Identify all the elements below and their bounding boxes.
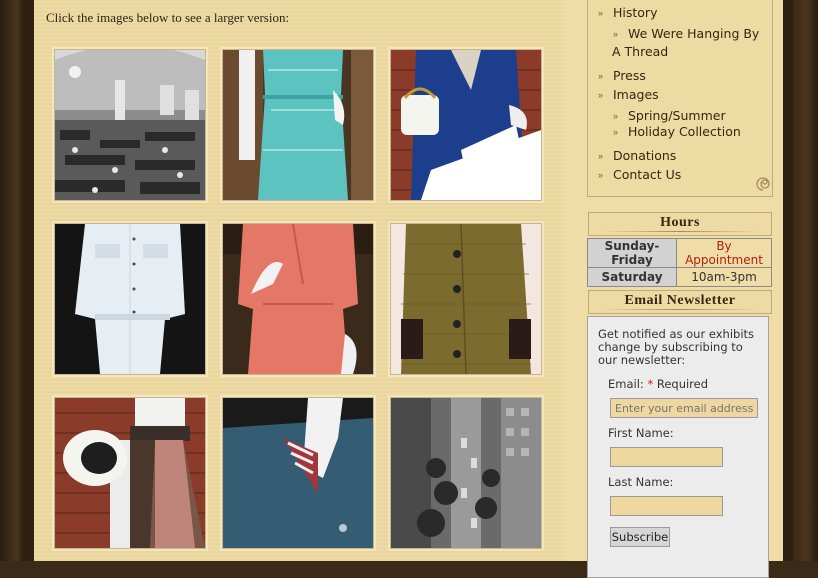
last-name-input[interactable] <box>610 496 723 516</box>
newsletter-description: Get notified as our exhibits change by s… <box>598 327 755 367</box>
first-name-label: First Name: <box>608 426 674 440</box>
nav-item-hanging-by-a-thread-line2[interactable]: A Thread <box>612 44 668 59</box>
last-name-label: Last Name: <box>608 475 674 489</box>
right-frame <box>793 0 818 561</box>
nav-item-spring-summer[interactable]: Spring/Summer <box>628 108 726 123</box>
nav-bullet-icon: » <box>613 127 619 137</box>
gallery-thumb-blue-coat[interactable] <box>390 49 542 201</box>
nav-bullet-icon: » <box>613 29 619 39</box>
email-input[interactable] <box>610 398 758 418</box>
gallery-thumb-aqua-dress[interactable] <box>222 49 374 201</box>
hours-title: Hours <box>660 215 700 230</box>
nav-item-contact-us[interactable]: Contact Us <box>613 167 681 182</box>
gallery-thumb-coral-suit[interactable] <box>222 223 374 375</box>
nav-bullet-icon: » <box>598 151 604 161</box>
nav-item-holiday-collection[interactable]: Holiday Collection <box>628 124 741 139</box>
gallery-thumb-teal-dress[interactable] <box>222 397 374 549</box>
newsletter-title: Email Newsletter <box>624 293 736 308</box>
left-frame <box>0 0 24 561</box>
hours-day: Sunday-Friday <box>587 238 677 268</box>
nav-bullet-icon: » <box>598 170 604 180</box>
email-label: Email: <box>608 377 644 391</box>
gallery-thumb-hat-skirt[interactable] <box>54 397 206 549</box>
nav-bullet-icon: » <box>598 71 604 81</box>
hours-header: Hours <box>588 212 772 236</box>
subscribe-button[interactable]: Subscribe <box>610 527 670 547</box>
nav-item-hanging-by-a-thread[interactable]: We Were Hanging By <box>628 26 759 41</box>
email-label-row: Email: * Required <box>608 377 708 391</box>
gallery-thumb-factory[interactable] <box>54 49 206 201</box>
nav-item-history[interactable]: History <box>613 5 657 20</box>
hours-row: Sunday-Friday By Appointment <box>587 238 772 268</box>
swirl-ornament-icon <box>756 177 770 191</box>
hours-time: 10am-3pm <box>676 267 772 287</box>
nav-item-press[interactable]: Press <box>613 68 646 83</box>
newsletter-header: Email Newsletter <box>588 290 772 314</box>
required-star: * <box>647 377 654 391</box>
first-name-input[interactable] <box>610 447 723 467</box>
gallery-thumb-city-street[interactable] <box>390 397 542 549</box>
nav-bullet-icon: » <box>598 90 604 100</box>
hours-time: By Appointment <box>676 238 772 268</box>
hours-table: Sunday-Friday By Appointment Saturday 10… <box>587 238 772 287</box>
required-text: Required <box>656 377 709 391</box>
gallery-intro: Click the images below to see a larger v… <box>46 10 290 25</box>
hours-day: Saturday <box>587 267 677 287</box>
nav-bullet-icon: » <box>613 111 619 121</box>
hours-row: Saturday 10am-3pm <box>587 267 772 287</box>
newsletter-form: Get notified as our exhibits change by s… <box>587 316 769 578</box>
gallery-thumb-white-suit[interactable] <box>54 223 206 375</box>
nav-item-donations[interactable]: Donations <box>613 148 676 163</box>
nav-bullet-icon: » <box>598 8 604 18</box>
nav-item-images[interactable]: Images <box>613 87 659 102</box>
gallery-thumb-tweed-coat[interactable] <box>390 223 542 375</box>
